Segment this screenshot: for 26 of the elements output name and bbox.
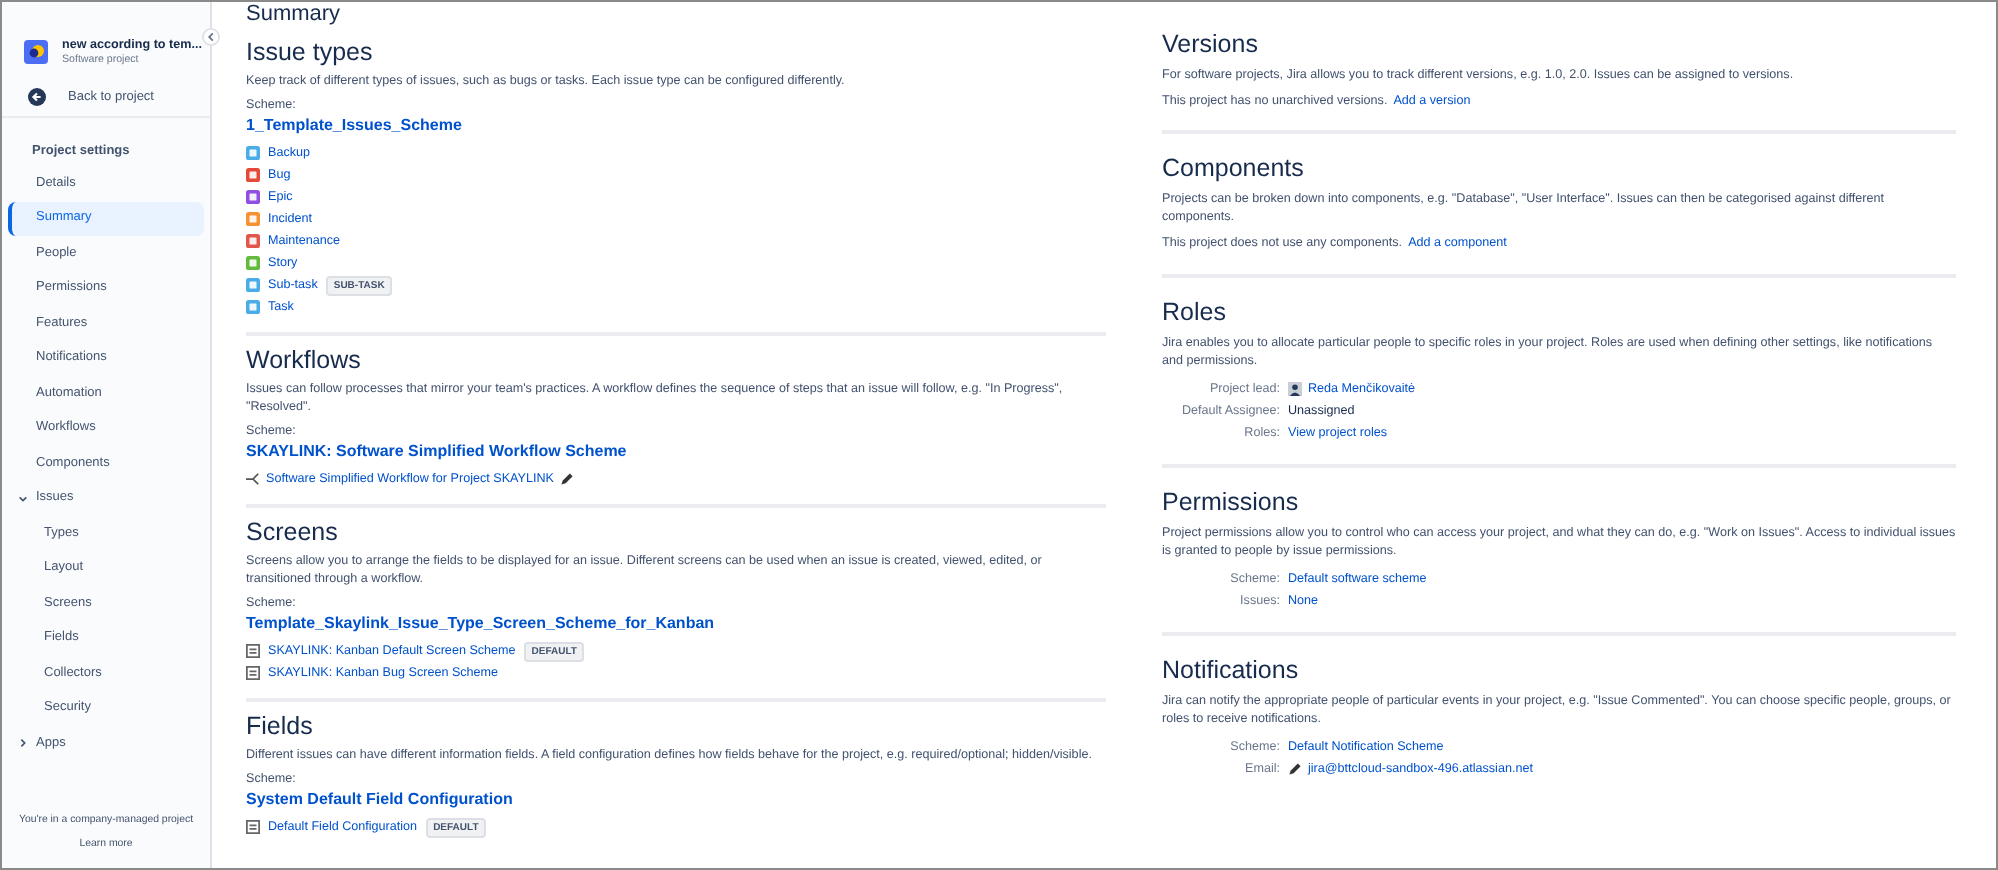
section-heading: Screens <box>246 518 340 548</box>
scheme-link[interactable]: 1_Template_Issues_Scheme <box>246 114 1106 136</box>
scheme-link[interactable]: SKAYLINK: Software Simplified Workflow Scheme <box>246 440 1106 462</box>
form-icon <box>246 820 260 834</box>
section-heading: Permissions <box>1162 487 1301 518</box>
section-heading: Fields <box>246 712 315 742</box>
section-heading: Notifications <box>1162 655 1301 686</box>
avatar-icon <box>1288 381 1302 396</box>
section-heading: Roles <box>1162 297 1228 328</box>
pencil-icon[interactable] <box>559 472 574 486</box>
workflow-icon <box>246 472 260 486</box>
back-arrow-icon <box>28 88 46 106</box>
section-heading: Issue types <box>246 38 375 68</box>
scheme-link[interactable]: System Default Field Configuration <box>246 788 1106 810</box>
pencil-icon[interactable] <box>1288 761 1302 776</box>
page-title: Summary <box>246 2 343 28</box>
scheme-link[interactable]: Template_Skaylink_Issue_Type_Screen_Scheme_for_Kanban <box>246 612 1106 634</box>
section-heading: Workflows <box>246 346 363 376</box>
section-heading: Components <box>1162 154 1306 185</box>
chevron-right-icon <box>18 738 28 749</box>
section-heading: Versions <box>1162 30 1260 60</box>
screen-icon <box>246 666 260 680</box>
screen-icon <box>246 644 260 658</box>
project-avatar-icon <box>24 40 48 64</box>
collapse-sidebar-icon[interactable] <box>202 28 220 46</box>
chevron-down-icon <box>18 493 28 504</box>
